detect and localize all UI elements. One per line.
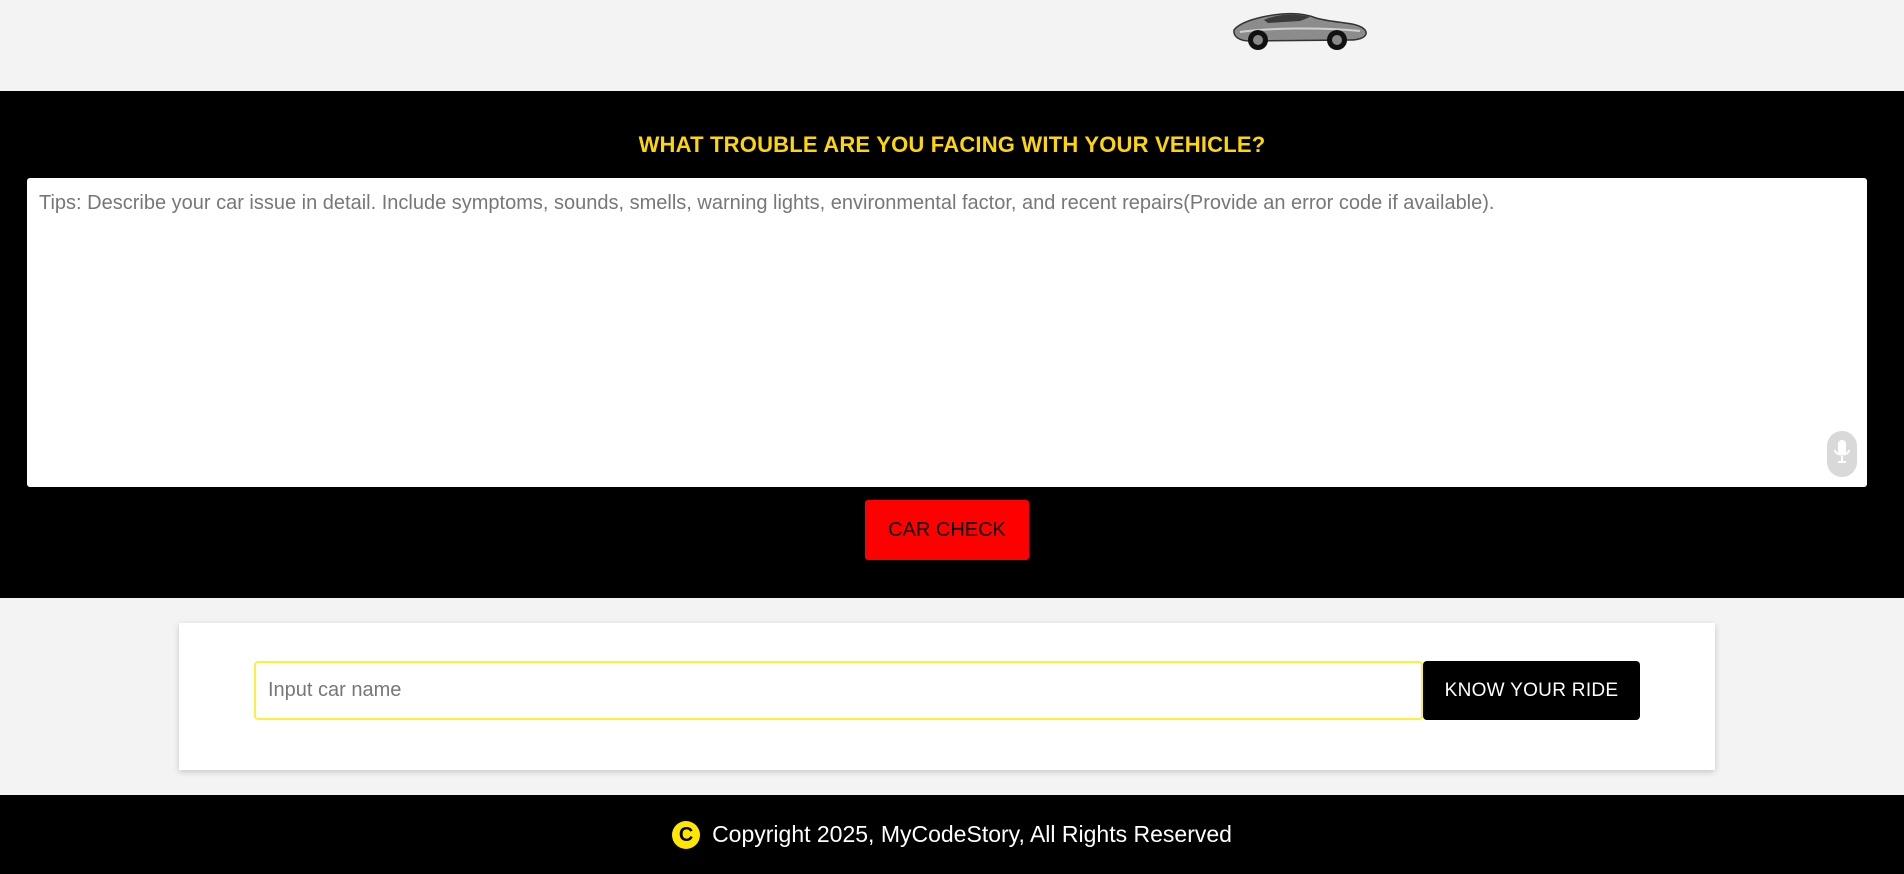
car-logo-icon[interactable] [1230, 4, 1368, 52]
site-footer: C Copyright 2025, MyCodeStory, All Right… [0, 795, 1904, 874]
car-check-button[interactable]: CAR CHECK [865, 500, 1029, 560]
copyright-icon: C [672, 820, 701, 849]
site-header [0, 0, 1904, 91]
section-title: WHAT TROUBLE ARE YOU FACING WITH YOUR VE… [638, 132, 1266, 157]
issue-description-input[interactable] [27, 178, 1867, 487]
issue-description-box [27, 178, 1867, 487]
car-name-input[interactable] [254, 661, 1423, 720]
car-search-card: KNOW YOUR RIDE [179, 623, 1715, 770]
issue-section: WHAT TROUBLE ARE YOU FACING WITH YOUR VE… [0, 91, 1904, 598]
know-your-ride-button[interactable]: KNOW YOUR RIDE [1423, 661, 1640, 720]
footer-copyright-text: Copyright 2025, MyCodeStory, All Rights … [712, 821, 1232, 847]
voice-input-button[interactable] [1827, 431, 1857, 477]
microphone-icon [1833, 439, 1851, 470]
